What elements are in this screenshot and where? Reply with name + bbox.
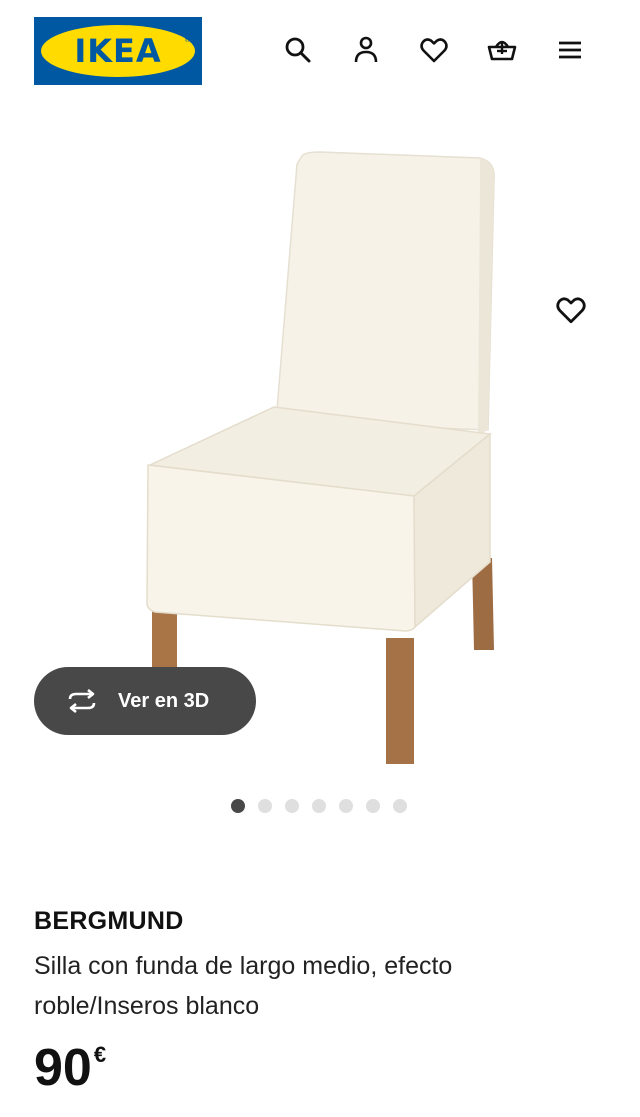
search-icon[interactable] — [280, 32, 316, 68]
ikea-logo[interactable]: IKEA ® — [34, 17, 202, 85]
product-name: BERGMUND — [34, 907, 184, 935]
gallery-dot[interactable] — [231, 799, 245, 813]
gallery-pagination — [231, 799, 420, 814]
menu-icon[interactable] — [552, 32, 588, 68]
product-price: 90 € — [34, 1040, 106, 1096]
chair-backrest — [275, 151, 495, 431]
site-header: IKEA ® — [0, 0, 640, 100]
account-icon[interactable] — [348, 32, 384, 68]
basket-icon[interactable] — [484, 32, 520, 68]
rotate-icon — [68, 689, 96, 713]
price-currency: € — [93, 1042, 107, 1067]
gallery-dot[interactable] — [339, 799, 353, 813]
chair-leg — [386, 638, 414, 764]
view-in-3d-label: Ver en 3D — [118, 689, 210, 712]
gallery-dot[interactable] — [393, 799, 407, 813]
heart-icon — [556, 297, 586, 324]
heart-icon[interactable] — [416, 32, 452, 68]
view-in-3d-button[interactable]: Ver en 3D — [34, 667, 256, 735]
price-integer: 90 — [34, 1039, 92, 1097]
logo-text: IKEA — [74, 32, 162, 70]
gallery-dot[interactable] — [366, 799, 380, 813]
product-description: Silla con funda de largo medio, efecto r… — [34, 952, 453, 1020]
gallery-dot[interactable] — [312, 799, 326, 813]
gallery-dot[interactable] — [285, 799, 299, 813]
gallery-dot[interactable] — [258, 799, 272, 813]
add-to-wishlist-button[interactable] — [549, 288, 593, 332]
logo-registered-mark: ® — [184, 37, 190, 44]
